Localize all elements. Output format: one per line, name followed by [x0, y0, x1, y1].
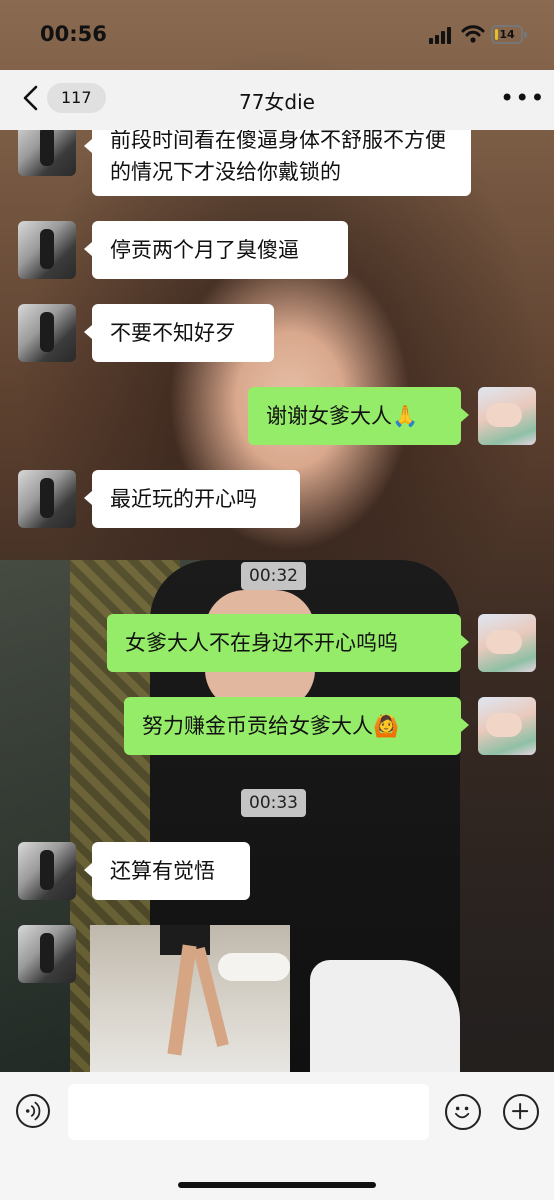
message-input[interactable]: [68, 1084, 429, 1140]
message-text: 不要不知好歹: [110, 321, 236, 345]
message-bubble-incoming[interactable]: 不要不知好歹: [84, 304, 274, 362]
status-time: 00:56: [40, 22, 107, 46]
input-bar: [0, 1072, 554, 1200]
friend-avatar[interactable]: [18, 470, 76, 528]
friend-avatar[interactable]: [18, 221, 76, 279]
message-text: 停贡两个月了臭傻逼: [110, 238, 299, 262]
friend-avatar[interactable]: [18, 130, 76, 176]
message-bubble-outgoing[interactable]: 谢谢女爹大人🙏: [248, 387, 469, 445]
chat-header: 117 77女die •••: [0, 70, 554, 130]
message-text: 还算有觉悟: [110, 859, 215, 883]
message-text: 努力赚金币贡给女爹大人🙆: [142, 714, 400, 738]
message-timestamp: 00:32: [241, 562, 306, 590]
plus-icon[interactable]: [503, 1094, 539, 1130]
emoji-icon[interactable]: [445, 1094, 481, 1130]
chat-title: 77女die: [238, 90, 315, 114]
image-message[interactable]: [90, 925, 290, 1072]
friend-avatar[interactable]: [18, 842, 76, 900]
friend-avatar[interactable]: [18, 925, 76, 983]
message-bubble-incoming[interactable]: 最近玩的开心吗: [84, 470, 300, 528]
message-bubble-incoming[interactable]: 停贡两个月了臭傻逼: [84, 221, 348, 279]
wifi-icon: [461, 25, 485, 43]
message-timestamp: 00:33: [241, 789, 306, 817]
my-avatar[interactable]: [478, 697, 536, 755]
message-text: 女爹大人不在身边不开心呜呜: [125, 631, 398, 655]
battery-percent: 14: [499, 28, 515, 41]
message-text: 最近玩的开心吗: [110, 487, 257, 511]
status-bar: 00:56 14: [0, 0, 554, 70]
voice-icon[interactable]: [16, 1094, 50, 1128]
friend-avatar[interactable]: [18, 304, 76, 362]
message-bubble-incoming[interactable]: 还算有觉悟: [84, 842, 250, 900]
home-indicator[interactable]: [178, 1182, 376, 1188]
battery-tip: [524, 32, 527, 38]
ellipsis-icon[interactable]: •••: [500, 86, 544, 110]
message-bubble-outgoing[interactable]: 努力赚金币贡给女爹大人🙆: [124, 697, 469, 755]
message-text: 谢谢女爹大人🙏: [266, 404, 419, 428]
chat-screen: 00:56 14 117 77女die ••• 前段时间看在傻逼身体不舒服不方便…: [0, 0, 554, 1200]
message-list[interactable]: 前段时间看在傻逼身体不舒服不方便的情况下才没给你戴锁的 停贡两个月了臭傻逼 不要…: [0, 130, 554, 1072]
my-avatar[interactable]: [478, 387, 536, 445]
message-bubble-outgoing[interactable]: 女爹大人不在身边不开心呜呜: [107, 614, 469, 672]
message-text: 前段时间看在傻逼身体不舒服不方便的情况下才没给你戴锁的: [110, 130, 446, 184]
signal-icon: [429, 26, 455, 44]
message-bubble-incoming[interactable]: 前段时间看在傻逼身体不舒服不方便的情况下才没给你戴锁的: [84, 130, 471, 196]
my-avatar[interactable]: [478, 614, 536, 672]
battery-icon: 14: [491, 25, 523, 44]
